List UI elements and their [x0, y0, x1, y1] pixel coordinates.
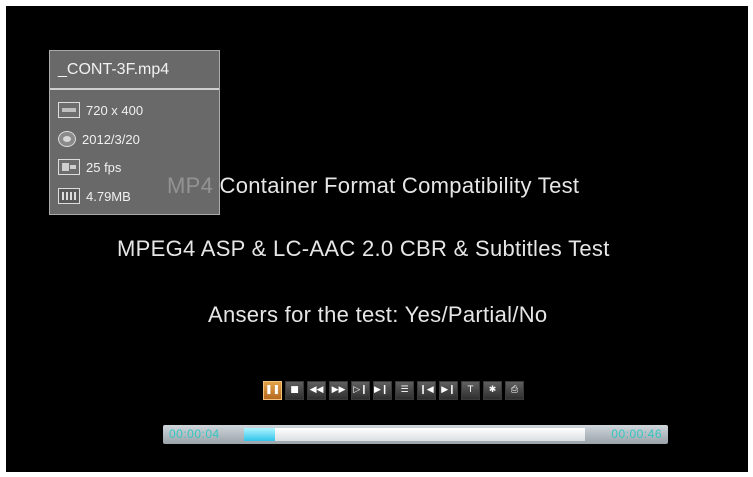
- fast-forward-button[interactable]: ▶▶: [329, 381, 348, 400]
- file-name: _CONT-3F.mp4: [50, 51, 219, 90]
- resolution-icon: [58, 102, 80, 118]
- pause-button[interactable]: ❚❚: [263, 381, 282, 400]
- framerate-row: 25 fps: [58, 156, 121, 178]
- previous-button[interactable]: ❙◀: [417, 381, 436, 400]
- framerate-icon: [58, 159, 80, 175]
- date-row: 2012/3/20: [58, 128, 140, 150]
- slow-forward-button[interactable]: ▷❙: [351, 381, 370, 400]
- video-screen: MP4 Container Format Compatibility Test …: [6, 6, 748, 472]
- video-text-line-1: MP4 Container Format Compatibility Test: [167, 173, 580, 198]
- rewind-button[interactable]: ◀◀: [307, 381, 326, 400]
- progress-bar[interactable]: 00:00:04 00:00:46: [163, 425, 668, 444]
- video-text-line-2: MPEG4 ASP & LC-AAC 2.0 CBR & Subtitles T…: [117, 236, 610, 261]
- progress-track[interactable]: [244, 428, 585, 441]
- subtitle-button[interactable]: ☰: [395, 381, 414, 400]
- stop-button[interactable]: ■: [285, 381, 304, 400]
- progress-fill: [244, 428, 275, 441]
- goto-time-button[interactable]: T: [461, 381, 480, 400]
- info-button[interactable]: ⎙: [505, 381, 524, 400]
- filesize-icon: [58, 188, 80, 204]
- next-button[interactable]: ▶❙: [439, 381, 458, 400]
- date-icon: [58, 131, 76, 147]
- video-text-line-3: Ansers for the test: Yes/Partial/No: [208, 302, 548, 327]
- resolution-row: 720 x 400: [58, 99, 143, 121]
- resolution-value: 720 x 400: [86, 102, 144, 118]
- total-time: 00:00:46: [611, 427, 662, 441]
- framerate-value: 25 fps: [86, 159, 122, 175]
- settings-button[interactable]: ✱: [483, 381, 502, 400]
- step-forward-button[interactable]: ▶❙❙: [373, 381, 392, 400]
- filesize-row: 4.79MB: [58, 185, 131, 207]
- file-info-panel: _CONT-3F.mp4 720 x 400 2012/3/20 25 fps …: [49, 50, 220, 215]
- date-value: 2012/3/20: [82, 131, 140, 147]
- elapsed-time: 00:00:04: [169, 427, 220, 441]
- filesize-value: 4.79MB: [86, 188, 131, 204]
- playback-toolbar: ❚❚ ■ ◀◀ ▶▶ ▷❙ ▶❙❙ ☰ ❙◀ ▶❙ T ✱ ⎙: [263, 381, 524, 400]
